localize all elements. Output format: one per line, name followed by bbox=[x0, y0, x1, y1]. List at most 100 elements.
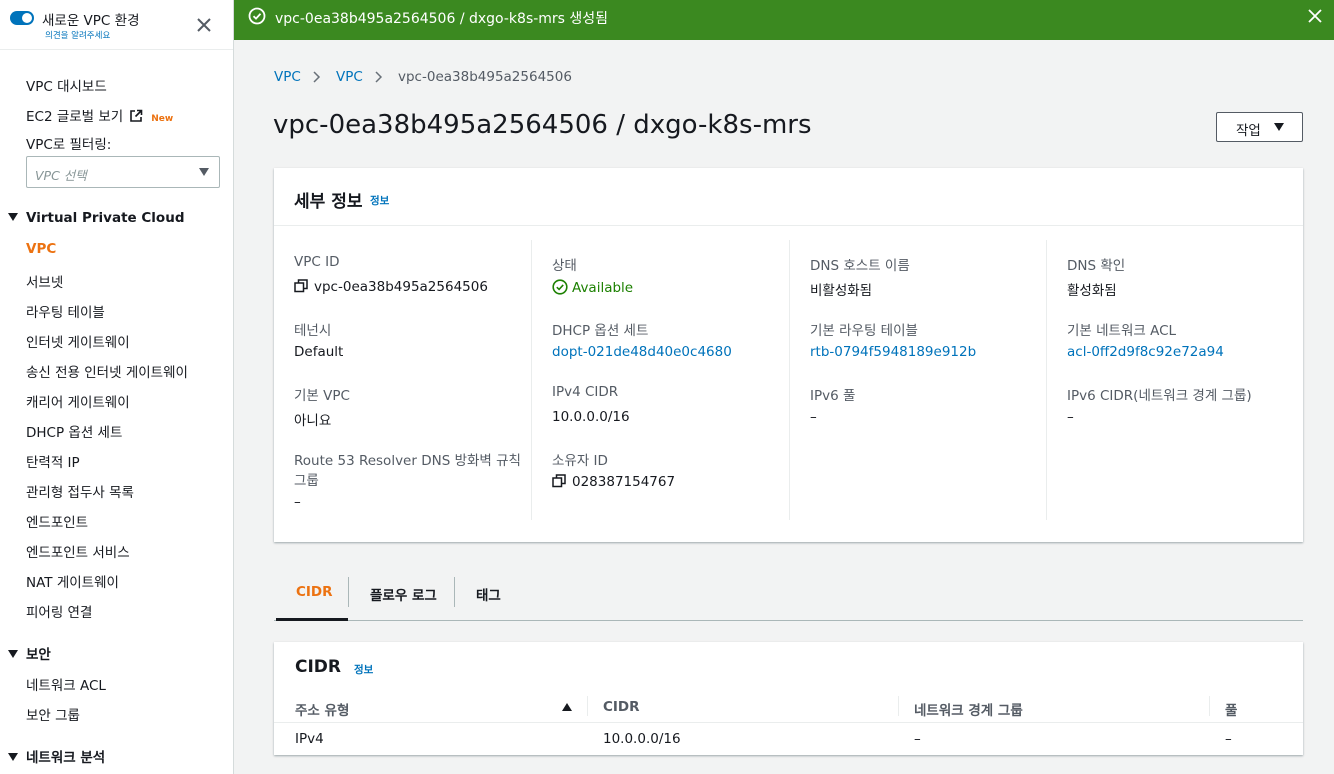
sidebar-item-vpc-dashboard[interactable]: VPC 대시보드 bbox=[26, 75, 107, 95]
copy-icon[interactable] bbox=[294, 279, 308, 297]
column-divider bbox=[587, 696, 588, 716]
ipv6-pool-label: IPv6 풀 bbox=[810, 388, 856, 404]
vpc-id-label: VPC ID bbox=[294, 254, 340, 270]
sidebar-item-internet-gateways[interactable]: 인터넷 게이트웨이 bbox=[26, 331, 130, 351]
default-vpc-label: 기본 VPC bbox=[294, 388, 350, 404]
sidebar-item-elastic-ips[interactable]: 탄력적 IP bbox=[26, 451, 80, 471]
tenancy-label: 테넌시 bbox=[294, 323, 332, 339]
tab-tags[interactable]: 태그 bbox=[476, 584, 501, 604]
tab-divider bbox=[454, 577, 455, 607]
chevron-right-icon bbox=[312, 69, 322, 89]
owner-id-text: 028387154767 bbox=[572, 474, 676, 490]
breadcrumb-vpcs[interactable]: VPC bbox=[336, 69, 363, 85]
tenancy-value: Default bbox=[294, 344, 344, 360]
ipv4-cidr-value: 10.0.0.0/16 bbox=[552, 409, 630, 425]
sidebar-item-nat-gateways[interactable]: NAT 게이트웨이 bbox=[26, 571, 119, 591]
caret-down-icon bbox=[8, 650, 18, 658]
success-flashbar: vpc-0ea38b495a2564506 / dxgo-k8s-mrs 생성됨 bbox=[234, 0, 1334, 40]
dns-hostnames-label: DNS 호스트 이름 bbox=[810, 258, 910, 274]
main-route-table-link[interactable]: rtb-0794f5948189e912b bbox=[810, 344, 976, 360]
copy-icon[interactable] bbox=[552, 474, 566, 492]
state-value: Available bbox=[552, 279, 633, 299]
column-divider bbox=[1209, 696, 1210, 716]
state-label: 상태 bbox=[552, 258, 577, 274]
ipv4-cidr-label: IPv4 CIDR bbox=[552, 384, 619, 400]
default-vpc-value: 아니요 bbox=[294, 413, 332, 429]
status-available-icon bbox=[552, 279, 568, 299]
column-header-pool[interactable]: 풀 bbox=[1225, 699, 1237, 719]
sidebar-section-security[interactable]: 보안 bbox=[8, 643, 51, 663]
sidebar-item-label: EC2 글로벌 보기 bbox=[26, 109, 124, 125]
sidebar-item-vpc[interactable]: VPC bbox=[26, 241, 56, 257]
caret-down-icon bbox=[1274, 123, 1284, 131]
sidebar-item-route-tables[interactable]: 라우팅 테이블 bbox=[26, 301, 105, 321]
sidebar-item-subnets[interactable]: 서브넷 bbox=[26, 271, 63, 291]
sidebar-item-prefix-lists[interactable]: 관리형 접두사 목록 bbox=[26, 481, 134, 501]
column-header-address-type[interactable]: 주소 유형 bbox=[295, 699, 349, 719]
actions-button[interactable]: 작업 bbox=[1216, 112, 1303, 142]
active-tab-indicator bbox=[276, 618, 348, 621]
vpc-id-value: vpc-0ea38b495a2564506 bbox=[294, 279, 488, 297]
caret-down-icon bbox=[8, 753, 18, 761]
new-vpc-experience-toggle[interactable] bbox=[10, 11, 34, 25]
tab-flow-logs[interactable]: 플로우 로그 bbox=[370, 584, 437, 604]
sidebar-item-endpoints[interactable]: 엔드포인트 bbox=[26, 511, 88, 531]
dns-resolution-value: 활성화됨 bbox=[1067, 283, 1117, 299]
route53-firewall-label: Route 53 Resolver DNS 방화벽 규칙 bbox=[294, 453, 521, 469]
dns-hostnames-value: 비활성화됨 bbox=[810, 283, 873, 299]
sidebar-section-label: 네트워크 분석 bbox=[26, 750, 106, 766]
cell-address-type: IPv4 bbox=[295, 731, 324, 747]
chevron-right-icon bbox=[374, 69, 384, 89]
caret-down-icon bbox=[199, 168, 209, 176]
dhcp-options-link[interactable]: dopt-021de48d40e0c4680 bbox=[552, 344, 732, 360]
success-check-icon bbox=[248, 7, 266, 29]
cidr-panel-header: CIDR 정보 bbox=[274, 642, 1303, 690]
cell-pool: – bbox=[1225, 731, 1232, 747]
tabs-rule bbox=[274, 620, 1303, 621]
tab-divider bbox=[348, 577, 349, 607]
close-icon[interactable] bbox=[194, 15, 214, 35]
external-link-icon bbox=[129, 109, 143, 127]
sort-ascending-icon[interactable] bbox=[562, 703, 572, 711]
vpc-filter-select[interactable]: VPC 선택 bbox=[26, 156, 220, 188]
route53-firewall-value: – bbox=[294, 494, 301, 510]
caret-down-icon bbox=[8, 213, 18, 221]
sidebar-section-label: 보안 bbox=[26, 647, 51, 663]
sidebar-section-vpc[interactable]: Virtual Private Cloud bbox=[8, 210, 184, 226]
cidr-info-link[interactable]: 정보 bbox=[354, 662, 373, 677]
sidebar-item-network-acls[interactable]: 네트워크 ACL bbox=[26, 674, 106, 694]
breadcrumb-vpc-console[interactable]: VPC bbox=[274, 69, 301, 85]
column-divider bbox=[898, 696, 899, 716]
column-header-cidr[interactable]: CIDR bbox=[603, 699, 640, 715]
column-divider bbox=[1046, 240, 1047, 520]
actions-label: 작업 bbox=[1236, 123, 1261, 139]
cidr-title: CIDR bbox=[295, 657, 342, 677]
vpc-filter-label: VPC로 필터링: bbox=[26, 137, 112, 153]
column-header-network-border-group[interactable]: 네트워크 경계 그룹 bbox=[914, 699, 1023, 719]
sidebar-item-carrier-gateways[interactable]: 캐리어 게이트웨이 bbox=[26, 391, 130, 411]
sidebar-item-peering-connections[interactable]: 피어링 연결 bbox=[26, 601, 92, 621]
sidebar-item-dhcp-option-sets[interactable]: DHCP 옵션 세트 bbox=[26, 421, 122, 441]
ipv6-cidr-label: IPv6 CIDR(네트워크 경계 그룹) bbox=[1067, 388, 1252, 404]
vpc-id-text: vpc-0ea38b495a2564506 bbox=[314, 279, 488, 295]
details-info-link[interactable]: 정보 bbox=[370, 193, 389, 208]
sidebar-header: 새로운 VPC 환경 의견을 알려주세요 bbox=[0, 0, 233, 50]
details-panel-header: 세부 정보 정보 bbox=[274, 168, 1303, 226]
sidebar: 새로운 VPC 환경 의견을 알려주세요 VPC 대시보드 EC2 글로벌 보기… bbox=[0, 0, 234, 774]
sidebar-item-security-groups[interactable]: 보안 그룹 bbox=[26, 704, 80, 724]
ipv6-pool-value: – bbox=[810, 409, 817, 425]
column-divider bbox=[531, 240, 532, 520]
close-icon[interactable] bbox=[1306, 7, 1324, 29]
cidr-panel: CIDR 정보 bbox=[274, 642, 1303, 755]
tab-cidrs[interactable]: CIDR bbox=[296, 584, 333, 600]
sidebar-item-egress-only-gateways[interactable]: 송신 전용 인터넷 게이트웨이 bbox=[26, 361, 188, 381]
main-network-acl-link[interactable]: acl-0ff2d9f8c92e72a94 bbox=[1067, 344, 1224, 360]
sidebar-title: 새로운 VPC 환경 bbox=[42, 13, 140, 29]
dns-resolution-label: DNS 확인 bbox=[1067, 258, 1126, 274]
sidebar-item-endpoint-services[interactable]: 엔드포인트 서비스 bbox=[26, 541, 130, 561]
state-text: Available bbox=[572, 280, 634, 296]
sidebar-item-ec2-global-view[interactable]: EC2 글로벌 보기 New bbox=[26, 105, 173, 127]
new-badge: New bbox=[151, 114, 174, 124]
sidebar-section-network-analysis[interactable]: 네트워크 분석 bbox=[8, 746, 105, 766]
feedback-link[interactable]: 의견을 알려주세요 bbox=[45, 29, 110, 41]
